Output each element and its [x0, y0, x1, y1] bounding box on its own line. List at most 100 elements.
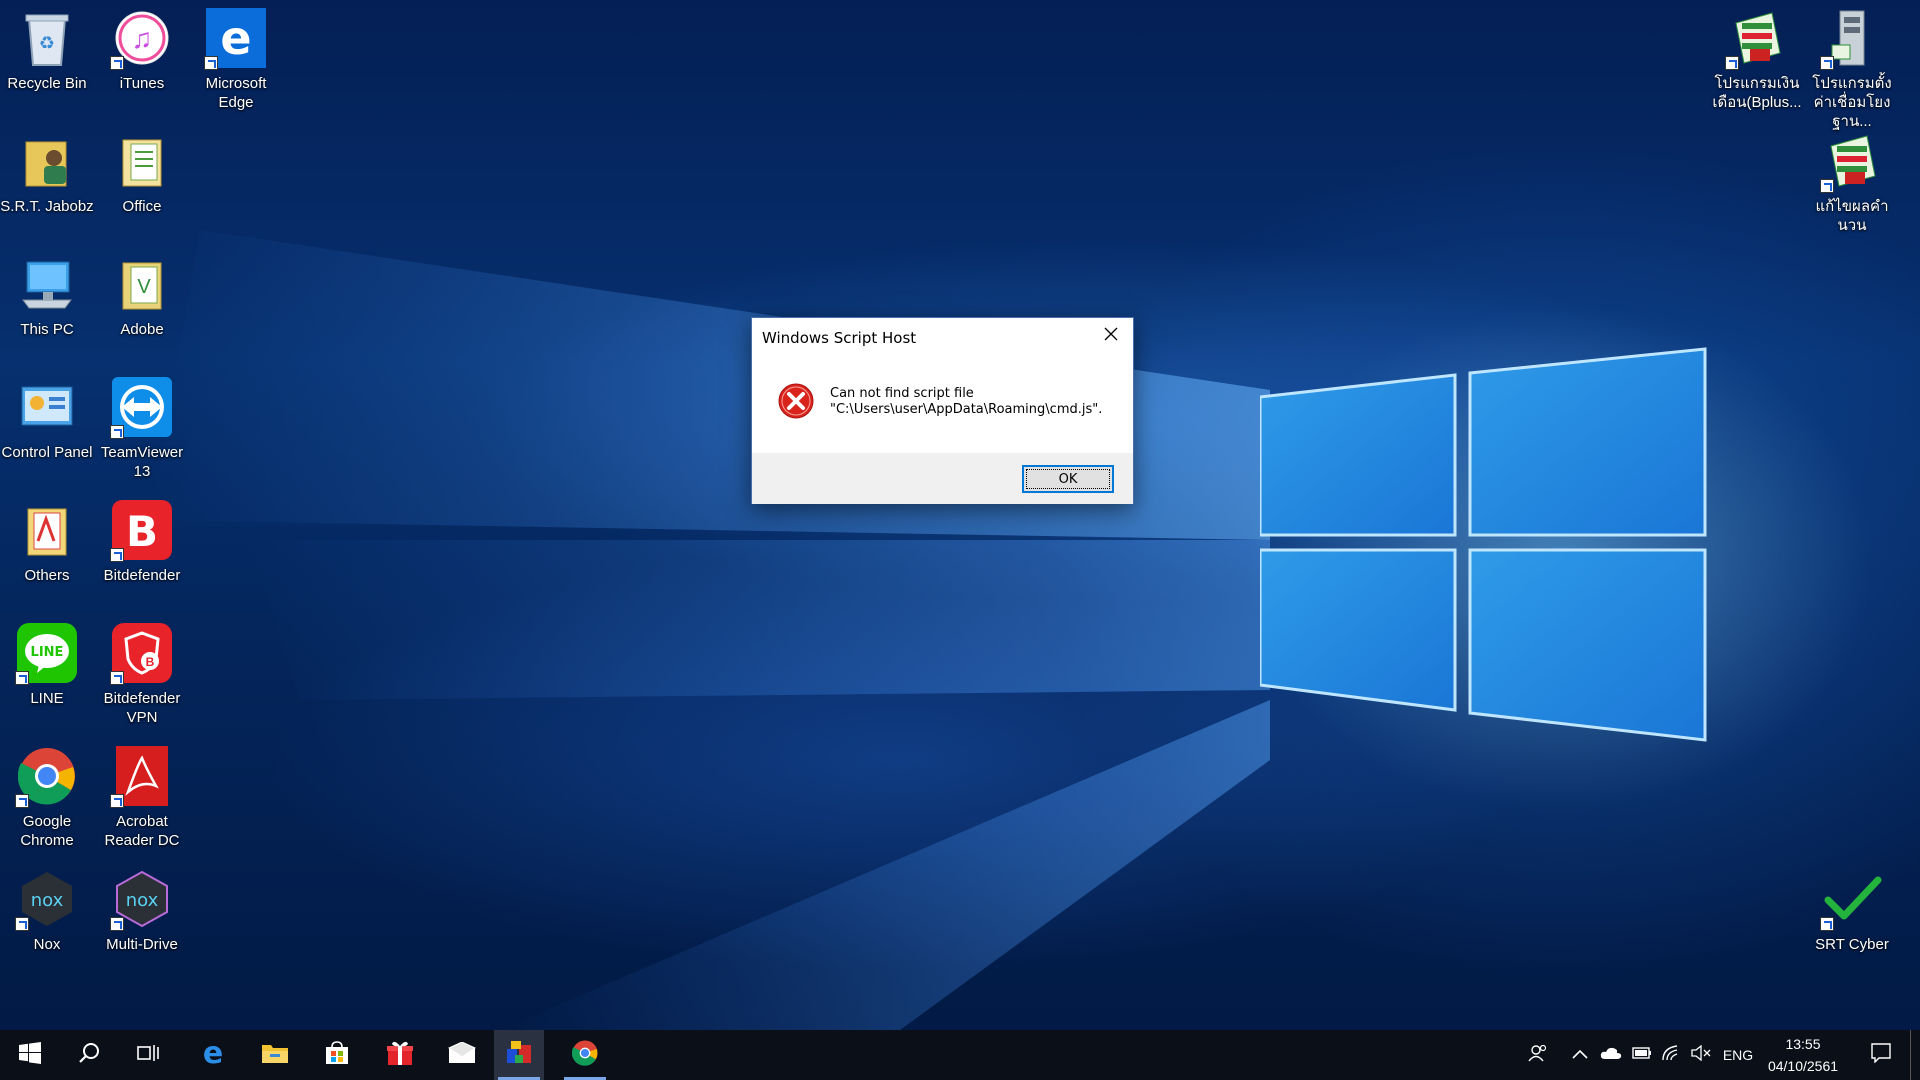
desktop-icon-settings-program[interactable]: โปรแกรมตั้งค่าเชื่อมโยงฐาน... [1805, 8, 1899, 131]
show-desktop-button[interactable] [1910, 1030, 1917, 1080]
taskbar-mail[interactable] [437, 1030, 487, 1080]
desktop-icon-srt-jabobz[interactable]: S.R.T. Jabobz [0, 131, 94, 216]
taskbar-store[interactable] [312, 1030, 362, 1080]
edge-icon: e [199, 1036, 227, 1072]
icon-label: SRT Cyber [1815, 936, 1889, 953]
ok-button[interactable]: OK [1022, 465, 1114, 493]
svg-text:e: e [220, 11, 251, 65]
program-icon [505, 1039, 533, 1072]
network-button[interactable] [1658, 1030, 1684, 1080]
desktop-icon-srt-cyber[interactable]: SRT Cyber [1805, 869, 1899, 954]
shortcut-arrow-icon [15, 917, 29, 931]
svg-text:nox: nox [126, 890, 159, 911]
desktop-icon-calc-program[interactable]: แก้ไขผลคำนวน [1805, 131, 1899, 235]
search-icon [78, 1042, 100, 1069]
dialog-body: Can not find script file "C:\Users\user\… [752, 356, 1133, 452]
dialog-titlebar[interactable]: Windows Script Host [752, 318, 1133, 356]
clock[interactable]: 13:55 04/10/2561 [1760, 1030, 1846, 1080]
start-button[interactable] [5, 1030, 55, 1080]
desktop-icon-office[interactable]: Office [95, 131, 189, 216]
file-explorer-icon [261, 1041, 289, 1070]
shortcut-arrow-icon [1820, 917, 1834, 931]
shortcut-arrow-icon [110, 425, 124, 439]
error-dialog[interactable]: Windows Script Host Can not find script … [751, 317, 1134, 504]
language-indicator[interactable]: ENG [1718, 1030, 1758, 1080]
shortcut-arrow-icon [1820, 56, 1834, 70]
task-view-button[interactable] [124, 1030, 174, 1080]
icon-label: Adobe [120, 321, 164, 338]
close-icon [1104, 327, 1118, 346]
edge-icon: e [204, 8, 266, 70]
icon-label: Bitdefender [103, 567, 181, 584]
taskbar-running-program[interactable] [494, 1030, 544, 1080]
dialog-title: Windows Script Host [762, 329, 917, 347]
others-folder-icon [17, 500, 77, 560]
clock-date: 04/10/2561 [1767, 1058, 1839, 1074]
desktop-icon-payroll[interactable]: โปรแกรมเงินเดือน(Bplus... [1710, 8, 1804, 112]
cloud-icon [1600, 1046, 1622, 1065]
desktop-icon-this-pc[interactable]: This PC [0, 254, 94, 339]
svg-text:e: e [203, 1039, 223, 1067]
chrome-icon [15, 746, 77, 808]
svg-text:nox: nox [31, 890, 64, 911]
acrobat-icon [110, 746, 172, 808]
shortcut-arrow-icon [110, 56, 124, 70]
task-view-icon [137, 1043, 161, 1068]
recycle-bin-icon: ♻ [17, 8, 77, 68]
icon-label: โปรแกรมตั้งค่าเชื่อมโยงฐาน... [1812, 75, 1892, 130]
bitdefender-icon: B [110, 500, 172, 562]
desktop-icon-bitdefender-vpn[interactable]: B Bitdefender VPN [95, 623, 189, 727]
payroll-program-icon [1725, 8, 1787, 70]
desktop[interactable]: ♻ Recycle Bin ♫ iTunes e Microsoft Edge … [0, 0, 1920, 1030]
svg-text:B: B [146, 655, 155, 669]
desktop-icon-bitdefender[interactable]: B Bitdefender [95, 500, 189, 585]
battery-button[interactable] [1628, 1030, 1654, 1080]
taskbar-edge[interactable]: e [188, 1030, 238, 1080]
bitdefender-vpn-icon: B [110, 623, 172, 685]
close-button[interactable] [1089, 318, 1133, 354]
search-button[interactable] [64, 1030, 114, 1080]
icon-label: Nox [33, 936, 61, 953]
people-button[interactable] [1524, 1030, 1552, 1080]
desktop-icon-line[interactable]: LINE LINE [0, 623, 94, 708]
show-hidden-icons-button[interactable] [1568, 1030, 1592, 1080]
language-label: ENG [1722, 1047, 1754, 1063]
action-center-button[interactable] [1862, 1030, 1900, 1080]
nox-multidrive-icon: nox [110, 869, 172, 931]
taskbar-file-explorer[interactable] [250, 1030, 300, 1080]
error-icon [777, 382, 815, 420]
onedrive-button[interactable] [1598, 1030, 1624, 1080]
desktop-icon-chrome[interactable]: Google Chrome [0, 746, 94, 850]
shortcut-arrow-icon [1820, 179, 1834, 193]
desktop-icon-control-panel[interactable]: Control Panel [0, 377, 94, 462]
desktop-icon-recycle-bin[interactable]: ♻ Recycle Bin [0, 8, 94, 93]
people-icon [1528, 1043, 1548, 1068]
desktop-icon-itunes[interactable]: ♫ iTunes [95, 8, 189, 93]
clock-time: 13:55 [1785, 1036, 1821, 1052]
adobe-folder-icon: V [112, 254, 172, 314]
chrome-icon [571, 1039, 598, 1071]
shortcut-arrow-icon [110, 794, 124, 808]
shortcut-arrow-icon [15, 671, 29, 685]
user-folder-icon [17, 131, 77, 191]
desktop-icon-others[interactable]: Others [0, 500, 94, 585]
desktop-icon-teamviewer[interactable]: TeamViewer 13 [95, 377, 189, 481]
volume-button[interactable] [1688, 1030, 1714, 1080]
svg-text:♻: ♻ [39, 33, 55, 53]
desktop-icon-multi-drive[interactable]: nox Multi-Drive [95, 869, 189, 954]
dialog-message: Can not find script file "C:\Users\user\… [830, 386, 1102, 418]
svg-text:V: V [137, 276, 151, 298]
wifi-icon [1661, 1044, 1681, 1067]
desktop-icon-edge[interactable]: e Microsoft Edge [189, 8, 283, 112]
icon-label: Google Chrome [20, 813, 74, 849]
desktop-icon-nox[interactable]: nox Nox [0, 869, 94, 954]
icon-label: Microsoft Edge [205, 75, 267, 111]
desktop-icon-adobe[interactable]: V Adobe [95, 254, 189, 339]
taskbar-chrome[interactable] [560, 1030, 610, 1080]
mail-icon [447, 1040, 477, 1069]
icon-label: โปรแกรมเงินเดือน(Bplus... [1712, 75, 1802, 111]
taskbar-gift[interactable] [375, 1030, 425, 1080]
store-icon [324, 1040, 350, 1071]
desktop-icon-acrobat[interactable]: Acrobat Reader DC [95, 746, 189, 850]
icon-label: TeamViewer 13 [100, 444, 184, 480]
